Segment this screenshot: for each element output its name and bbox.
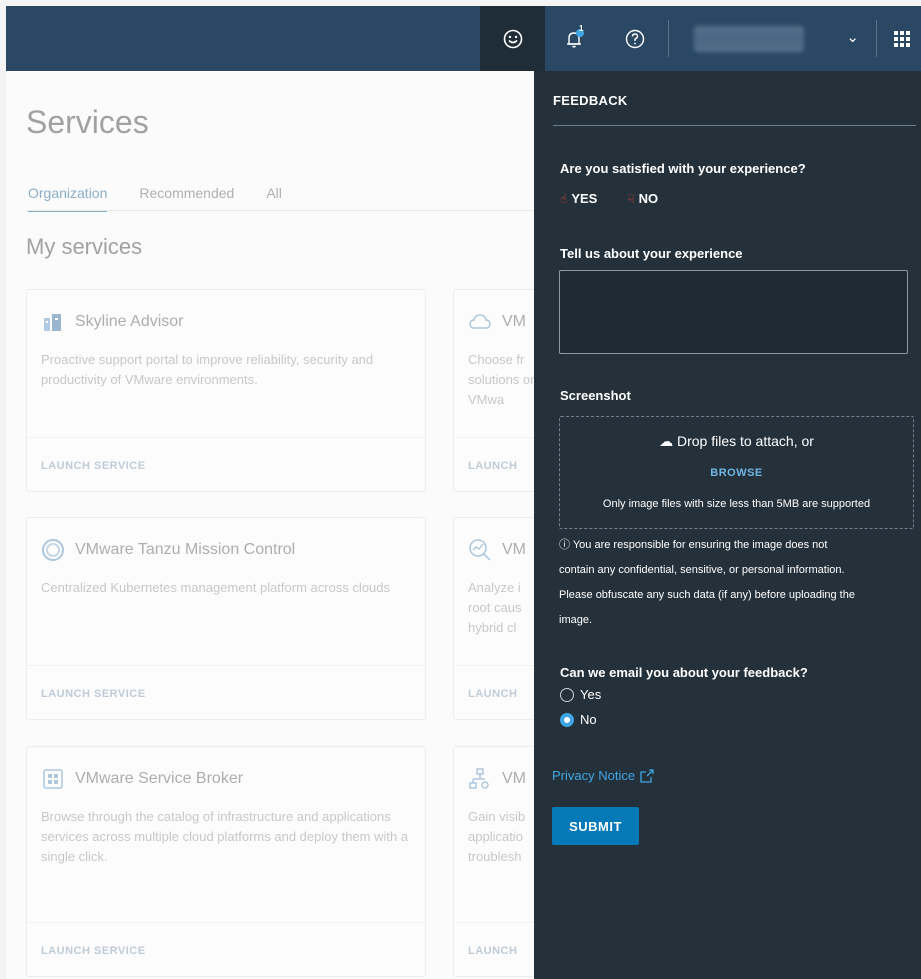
- info-icon: ⓘ: [559, 539, 570, 551]
- thumbs-up-icon: ☝: [560, 191, 568, 206]
- radio-circle-selected[interactable]: [560, 712, 574, 727]
- file-size-hint: Only image files with size less than 5MB…: [602, 498, 871, 510]
- notification-count-badge: 1: [579, 24, 584, 33]
- smiley-icon: [503, 29, 522, 48]
- feedback-button[interactable]: [480, 6, 545, 71]
- user-menu[interactable]: ⌄: [674, 6, 869, 71]
- privacy-notice-link[interactable]: Privacy Notice: [552, 768, 654, 783]
- email-no-radio[interactable]: No: [560, 712, 597, 727]
- warning-line: contain any confidential, sensitive, or …: [559, 564, 845, 576]
- warning-line: Please obfuscate any such data (if any) …: [559, 589, 855, 601]
- feedback-panel: FEEDBACK Are you satisfied with your exp…: [534, 71, 921, 979]
- submit-button[interactable]: SUBMIT: [552, 807, 639, 845]
- radio-label: No: [580, 712, 597, 727]
- app-frame: 1 ⌄ Services Organization Recommended Al…: [0, 0, 921, 979]
- drop-text-row: ☁ Drop files to attach, or: [560, 433, 913, 450]
- user-name-redacted: [694, 25, 804, 52]
- nav-divider: [668, 20, 669, 57]
- top-nav-bar: 1 ⌄: [6, 6, 921, 71]
- drop-text: Drop files to attach, or: [676, 433, 814, 449]
- panel-title-divider: [553, 125, 916, 126]
- satisfaction-options: ☝ YES ☟ NO: [560, 191, 658, 206]
- chevron-down-icon: ⌄: [846, 29, 859, 46]
- privacy-label: Privacy Notice: [552, 768, 636, 783]
- yes-label: YES: [571, 191, 598, 206]
- email-yes-radio[interactable]: Yes: [560, 687, 601, 702]
- apps-grid-icon: [894, 30, 910, 47]
- thumbs-down-icon: ☟: [627, 191, 635, 206]
- panel-title: FEEDBACK: [553, 93, 628, 108]
- file-drop-zone[interactable]: ☁ Drop files to attach, or BROWSE Only i…: [559, 416, 914, 529]
- help-icon: [625, 29, 645, 48]
- nav-divider: [876, 20, 877, 57]
- satisfaction-question: Are you satisfied with your experience?: [560, 161, 806, 176]
- help-button[interactable]: [605, 6, 665, 71]
- radio-circle[interactable]: [560, 687, 574, 702]
- cloud-upload-icon: ☁: [659, 433, 674, 449]
- warning-line: image.: [559, 614, 593, 626]
- experience-textarea[interactable]: [559, 270, 908, 354]
- no-label: NO: [638, 191, 659, 206]
- notifications-button[interactable]: 1: [545, 6, 605, 71]
- warning-line: You are responsible for ensuring the ima…: [572, 539, 828, 551]
- radio-label: Yes: [580, 687, 602, 702]
- browse-button[interactable]: BROWSE: [560, 467, 913, 479]
- screenshot-label: Screenshot: [560, 388, 631, 403]
- privacy-warning: ⓘ You are responsible for ensuring the i…: [559, 533, 909, 633]
- apps-menu-button[interactable]: [883, 6, 921, 71]
- email-question: Can we email you about your feedback?: [560, 665, 808, 680]
- no-button[interactable]: ☟ NO: [627, 191, 658, 206]
- yes-button[interactable]: ☝ YES: [560, 191, 597, 206]
- experience-label: Tell us about your experience: [560, 246, 743, 261]
- modal-backdrop[interactable]: [6, 71, 534, 979]
- external-link-icon: [640, 768, 654, 783]
